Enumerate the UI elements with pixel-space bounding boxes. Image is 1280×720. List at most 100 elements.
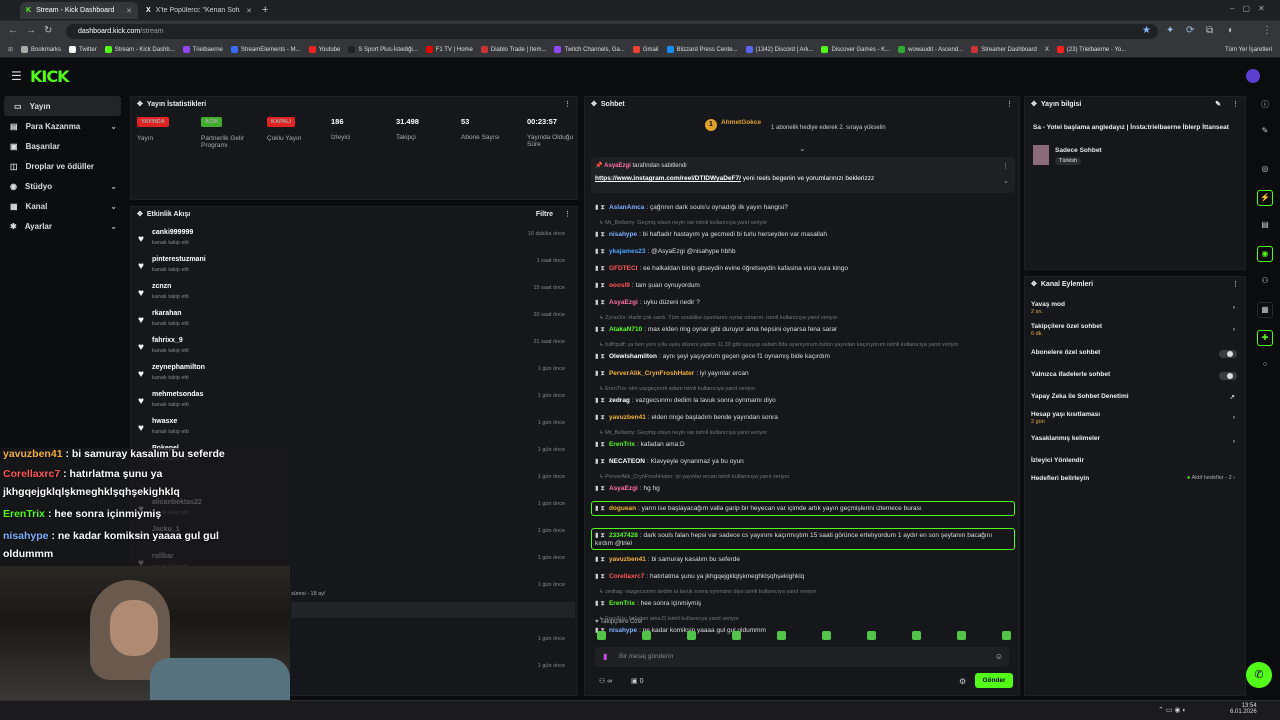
move-icon[interactable]: ✥ — [137, 100, 143, 108]
user-icon[interactable]: ⚇ — [1257, 274, 1273, 290]
edit-pencil-icon[interactable]: ✎ — [1215, 100, 1221, 108]
url-input[interactable]: dashboard.kick.com/stream — [66, 24, 1158, 39]
emote-icon[interactable] — [957, 631, 966, 640]
event-username[interactable]: hwasxe — [152, 418, 177, 425]
more-options-icon[interactable]: ⋮ — [564, 210, 571, 218]
chevron-down-icon[interactable]: ⌄ — [1003, 177, 1009, 185]
bookmark-item[interactable]: (23) Trielbaerne - Yo... — [1056, 46, 1126, 53]
bookmark-item[interactable]: Bookmarks — [21, 46, 61, 53]
sidebar-item-basarilar[interactable]: ▣ Başarılar — [0, 136, 125, 156]
channel-action-row[interactable]: Hedefleri belirleyin ● Aktif hedefler - 2… — [1031, 475, 1241, 495]
dots-grid-icon[interactable]: ⁘ — [1257, 358, 1273, 374]
filter-button[interactable]: Filtre — [536, 211, 553, 218]
chat-bubble-icon[interactable]: ◉ — [1257, 246, 1273, 262]
tool-icon[interactable]: ✚ — [1257, 330, 1273, 346]
chat-message[interactable]: ▮ ⧗ GFDTECI: ee halkaldan binip gitseydin… — [595, 264, 1015, 273]
emote-icon[interactable] — [687, 631, 696, 640]
reply-context[interactable]: ↳ zedrag: vazgecsınmı dedim la lavuk son… — [599, 589, 1019, 595]
chevron-right-icon[interactable]: › — [1233, 326, 1235, 333]
event-username[interactable]: zcnzn — [152, 283, 171, 290]
extension-icon[interactable]: ✦ — [1166, 25, 1174, 36]
chat-message[interactable]: ▮ ⧗ ooosl9: tam şuan oynuyordum — [595, 281, 1015, 290]
more-options-icon[interactable]: ⋮ — [564, 100, 571, 108]
event-username[interactable]: mehmetsondas — [152, 391, 203, 398]
chat-username[interactable]: NECATEON — [609, 458, 645, 465]
all-bookmarks[interactable]: Tüm Yer İşaretleri — [1225, 47, 1272, 53]
chevron-right-icon[interactable]: › — [1233, 414, 1235, 421]
info-icon[interactable]: ⓘ — [1257, 98, 1273, 114]
more-options-icon[interactable]: ⋮ — [1232, 280, 1239, 288]
channel-action-row[interactable]: Yasaklanmış kelimeler › — [1031, 435, 1241, 455]
channel-points-icon[interactable]: ⚇ ∞ — [599, 677, 612, 685]
bookmark-item[interactable]: Gmail — [632, 46, 659, 53]
bookmark-item[interactable]: Trielbaerne — [182, 46, 223, 53]
emote-icon[interactable] — [912, 631, 921, 640]
emote-icon[interactable] — [732, 631, 741, 640]
avatar[interactable] — [1246, 69, 1260, 83]
chat-username[interactable]: ErenTrix — [609, 441, 635, 448]
browser-menu-icon[interactable]: ⋮ — [1262, 25, 1272, 36]
tray-icons[interactable]: ⌃ ▭ ◉ ◐ — [1158, 706, 1187, 714]
chat-username[interactable]: ErenTrix — [609, 600, 635, 607]
emote-icon[interactable] — [642, 631, 651, 640]
bookmark-item[interactable]: Diablo Trade | Item... — [480, 46, 546, 53]
move-icon[interactable]: ✥ — [137, 210, 143, 218]
chat-username[interactable]: yavuzben41 — [609, 414, 646, 421]
sidebar-item-droplar[interactable]: ◫ Droplar ve ödüller — [0, 156, 125, 176]
chat-message[interactable]: ▮ ⧗ zedrag: vazgecsınmı dedim la lavuk so… — [595, 396, 1015, 405]
reply-context[interactable]: ↳ ErenTrix: kafadan ama:D isimli kullanı… — [599, 616, 1019, 622]
chat-username[interactable]: PerverAlik_CrynFroshHater — [609, 370, 694, 377]
extension-icon[interactable]: ⟳ — [1186, 25, 1194, 36]
sidebar-item-yayin[interactable]: ▭ Yayın — [4, 96, 121, 116]
chat-username[interactable]: yavuzben41 — [609, 556, 646, 563]
channel-action-row[interactable]: Hesap yaşı kısıtlaması 2 gün › — [1031, 411, 1241, 431]
chat-username[interactable]: AsyaEzgi — [609, 485, 638, 492]
move-icon[interactable]: ✥ — [1031, 280, 1037, 288]
stats-icon[interactable]: ▦ — [1257, 302, 1273, 318]
channel-action-row[interactable]: Yavaş mod 2 sn. › — [1031, 301, 1241, 321]
emoji-icon[interactable]: ☺ — [995, 652, 1003, 661]
emote-icon[interactable] — [822, 631, 831, 640]
reply-context[interactable]: ↳ fullfrpuff: ya ben yeni yılla uyku düz… — [599, 342, 1019, 348]
chat-message[interactable]: ▮ ⧗ AtakaN710: max elden ring oynar gibi … — [595, 325, 1015, 334]
hamburger-menu-icon[interactable]: ☰ — [11, 69, 22, 83]
toggle-switch[interactable] — [1219, 372, 1237, 380]
chat-username[interactable]: nisahype — [609, 231, 637, 238]
bookmark-item[interactable]: Blizzard Press Cente... — [666, 46, 738, 53]
chat-message[interactable]: ▮ ⧗ AsyaEzgi: hg hg — [595, 484, 1015, 493]
chat-message[interactable]: ▮ ⧗ doguean: yarın ise başlayacağım valla… — [591, 501, 1015, 516]
bookmark-item[interactable]: Twitch Channels, Ga... — [554, 46, 625, 53]
chat-message[interactable]: ▮ ⧗ ErenTrix: hee sonra içinmiymiş — [595, 599, 1015, 608]
close-tab-icon[interactable]: ✕ — [246, 7, 252, 15]
document-icon[interactable]: ▤ — [1257, 218, 1273, 234]
bookmark-item[interactable]: Youtube — [308, 46, 340, 53]
profile-icon[interactable]: ◐ — [1228, 25, 1234, 36]
chat-username[interactable]: zedrag — [609, 397, 630, 404]
reply-context[interactable]: ↳ ErenTrix: olm vazgeçermi adam isimli k… — [599, 386, 1019, 392]
bookmark-item[interactable]: F1 TV | Home — [425, 46, 473, 53]
chat-message[interactable]: ▮ ⧗ ykajames23: @AsyaEzgi @nisahype hbhb — [595, 247, 1015, 256]
bookmark-item[interactable]: S Sport Plus-İstediği... — [348, 46, 418, 53]
emote-icon[interactable] — [867, 631, 876, 640]
bookmark-item[interactable]: X — [1045, 47, 1049, 53]
kick-logo[interactable]: KICK — [30, 67, 69, 86]
top-gifter-name[interactable]: AhmetGokce — [721, 119, 761, 126]
sidebar-item-ayarlar[interactable]: ✱ Ayarlar ⌄ — [0, 216, 125, 236]
forward-icon[interactable]: → — [26, 25, 36, 36]
chat-message[interactable]: ▮ ⧗ yavuzben41: elden ringe başladım bend… — [595, 413, 1015, 422]
bookmark-item[interactable]: Streamer Dashboard — [971, 46, 1037, 53]
apps-icon[interactable]: ⊞ — [8, 46, 13, 53]
event-username[interactable]: canki999999 — [152, 229, 193, 236]
chat-username[interactable]: doguean — [609, 505, 636, 512]
chat-settings-icon[interactable]: ⚙ — [959, 677, 966, 686]
toggle-switch[interactable] — [1219, 350, 1237, 358]
chat-username[interactable]: AtakaN710 — [609, 326, 642, 333]
chat-username[interactable]: AslanAmca — [609, 204, 644, 211]
bookmark-item[interactable]: Stream - Kick Dashb... — [104, 46, 175, 53]
reply-context[interactable]: ↳ ZyraxXx: Harbi çok sardı. Tüm soulslik… — [599, 315, 1019, 321]
chat-message[interactable]: ▮ ⧗ nisahype: bi haftadır hastayım ya gec… — [595, 230, 1015, 239]
emote-icon[interactable] — [1002, 631, 1011, 640]
chat-message[interactable]: ▮ ⧗ Olewishamilton: aynı şeyi yaşıyorum g… — [595, 352, 1015, 361]
bookmark-item[interactable]: Discover Games - K... — [821, 46, 890, 53]
browser-tab-x[interactable]: X X'te Popülerci: "Kenan Sofuoğlu ✕ — [140, 2, 258, 19]
